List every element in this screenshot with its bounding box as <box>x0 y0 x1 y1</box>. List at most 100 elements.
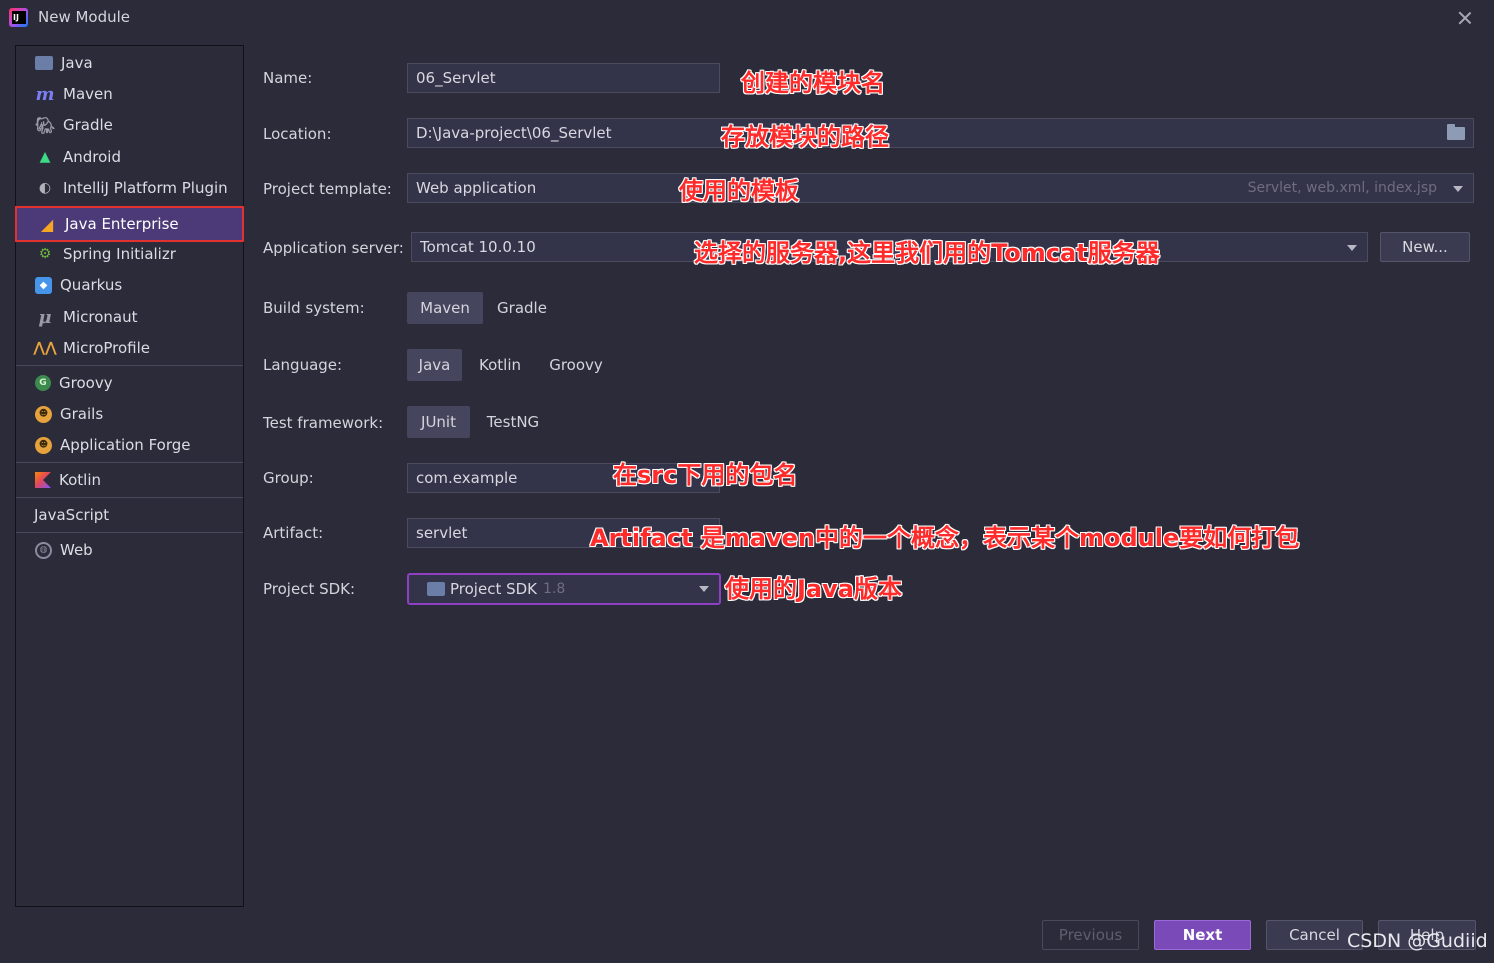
test-framework-label: Test framework: <box>263 414 384 432</box>
project-template-hint: Servlet, web.xml, index.jsp <box>1247 180 1437 196</box>
annotation-sdk: 使用的Java版本 <box>725 575 902 603</box>
sidebar-item-label: Maven <box>63 85 113 103</box>
window-title: New Module <box>38 8 131 26</box>
application-server-label: Application server: <box>263 239 404 257</box>
sidebar-item-groovy[interactable]: G Groovy <box>16 368 243 398</box>
sidebar-item-label: JavaScript <box>34 506 110 524</box>
build-system-gradle[interactable]: Gradle <box>488 292 556 324</box>
project-template-select[interactable]: Web application Servlet, web.xml, index.… <box>407 173 1474 203</box>
spring-icon: ⚙ <box>38 246 52 262</box>
name-label: Name: <box>263 69 313 87</box>
project-sdk-label: Project SDK: <box>263 580 356 598</box>
sidebar-item-microprofile[interactable]: ⋀⋀ MicroProfile <box>16 333 243 363</box>
sidebar-divider <box>16 497 243 498</box>
folder-icon[interactable] <box>1447 124 1465 140</box>
application-forge-icon: ☻ <box>35 436 52 454</box>
annotation-group: 在src下用的包名 <box>613 461 798 489</box>
annotation-artifact: Artifact 是maven中的一个概念，表示某个module要如何打包 <box>590 524 1300 552</box>
quarkus-icon: ◆ <box>35 276 52 294</box>
sidebar-item-label: Web <box>60 541 93 559</box>
close-icon[interactable] <box>1456 9 1474 27</box>
language-kotlin[interactable]: Kotlin <box>468 349 532 381</box>
sidebar-item-javascript[interactable]: JavaScript <box>16 500 243 530</box>
sidebar-item-label: MicroProfile <box>63 339 151 357</box>
build-system-label: Build system: <box>263 299 365 317</box>
project-template-label: Project template: <box>263 180 392 198</box>
group-label: Group: <box>263 469 314 487</box>
sidebar-item-web[interactable]: ◍ Web <box>16 535 243 565</box>
plugin-icon: ◐ <box>38 180 52 196</box>
build-system-maven[interactable]: Maven <box>407 292 483 324</box>
location-value: D:\Java-project\06_Servlet <box>416 124 612 142</box>
sidebar-item-quarkus[interactable]: ◆ Quarkus <box>16 270 243 300</box>
module-type-list: Java m Maven 🐘︎ Gradle ▲ Android ◐ Intel… <box>15 45 244 907</box>
sidebar-item-label: Application Forge <box>60 436 191 454</box>
test-framework-junit[interactable]: JUnit <box>407 406 470 438</box>
project-template-value: Web application <box>416 179 537 197</box>
sidebar-item-label: Groovy <box>59 374 113 392</box>
next-button[interactable]: Next <box>1154 920 1251 950</box>
project-sdk-value: Project SDK <box>450 580 537 598</box>
annotation-template: 使用的模板 <box>679 177 799 205</box>
project-sdk-version: 1.8 <box>543 581 566 597</box>
sidebar-item-label: Kotlin <box>59 471 101 489</box>
sidebar-item-maven[interactable]: m Maven <box>16 79 243 109</box>
chevron-down-icon <box>699 586 709 592</box>
sidebar-item-application-forge[interactable]: ☻ Application Forge <box>16 430 243 460</box>
micronaut-icon: μ <box>38 306 52 328</box>
language-label: Language: <box>263 356 343 374</box>
sidebar-item-label: IntelliJ Platform Plugin <box>63 179 228 197</box>
sidebar-item-grails[interactable]: ☻ Grails <box>16 399 243 429</box>
kotlin-icon <box>35 472 51 488</box>
java-folder-icon <box>35 56 53 70</box>
sidebar-item-spring-initializr[interactable]: ⚙ Spring Initializr <box>16 239 243 269</box>
sidebar-item-label: Grails <box>60 405 104 423</box>
application-server-value: Tomcat 10.0.10 <box>420 238 536 256</box>
language-groovy[interactable]: Groovy <box>540 349 612 381</box>
sidebar-item-gradle[interactable]: 🐘︎ Gradle <box>16 110 243 140</box>
intellij-icon <box>9 8 28 27</box>
sidebar-item-java[interactable]: Java <box>16 48 243 78</box>
artifact-value: servlet <box>416 524 468 542</box>
microprofile-icon: ⋀⋀ <box>33 340 57 356</box>
maven-icon: m <box>35 83 55 105</box>
watermark: CSDN @Gudiid <box>1347 930 1488 952</box>
sidebar-divider <box>16 532 243 533</box>
gradle-icon: 🐘︎ <box>34 115 56 135</box>
sidebar-item-label: Spring Initializr <box>63 245 176 263</box>
chevron-down-icon <box>1347 245 1357 251</box>
title-bar: New Module <box>0 0 1494 36</box>
sidebar-item-label: Android <box>63 148 121 166</box>
sidebar-item-android[interactable]: ▲ Android <box>16 142 243 172</box>
sidebar-item-label: Quarkus <box>60 276 123 294</box>
location-label: Location: <box>263 125 332 143</box>
grails-icon: ☻ <box>35 405 52 423</box>
annotation-name: 创建的模块名 <box>741 69 885 97</box>
name-input[interactable]: 06_Servlet <box>407 63 720 93</box>
language-java[interactable]: Java <box>407 349 462 381</box>
sidebar-divider <box>16 462 243 463</box>
groovy-icon: G <box>35 375 51 391</box>
web-icon: ◍ <box>35 541 52 559</box>
project-sdk-select[interactable]: Project SDK 1.8 <box>407 573 721 605</box>
previous-button[interactable]: Previous <box>1042 920 1139 950</box>
android-icon: ▲ <box>39 149 51 165</box>
sidebar-item-label: Micronaut <box>63 308 138 326</box>
new-server-button[interactable]: New... <box>1380 232 1470 262</box>
test-framework-testng[interactable]: TestNG <box>476 406 550 438</box>
location-input[interactable]: D:\Java-project\06_Servlet <box>407 118 1474 148</box>
sidebar-item-micronaut[interactable]: μ Micronaut <box>16 302 243 332</box>
sidebar-item-kotlin[interactable]: Kotlin <box>16 465 243 495</box>
artifact-label: Artifact: <box>263 524 324 542</box>
annotation-location: 存放模块的路径 <box>721 123 889 151</box>
chevron-down-icon <box>1453 186 1463 192</box>
sidebar-item-label: Gradle <box>63 116 113 134</box>
sidebar-item-java-enterprise[interactable]: ◢ Java Enterprise <box>15 206 244 242</box>
java-enterprise-icon: ◢ <box>40 214 54 234</box>
annotation-server: 选择的服务器,这里我们用的Tomcat服务器 <box>694 239 1160 267</box>
sidebar-divider <box>16 365 243 366</box>
sidebar-item-label: Java Enterprise <box>65 215 179 233</box>
sdk-folder-icon <box>427 582 445 596</box>
group-value: com.example <box>416 469 518 487</box>
sidebar-item-intellij-platform-plugin[interactable]: ◐ IntelliJ Platform Plugin <box>16 173 243 203</box>
